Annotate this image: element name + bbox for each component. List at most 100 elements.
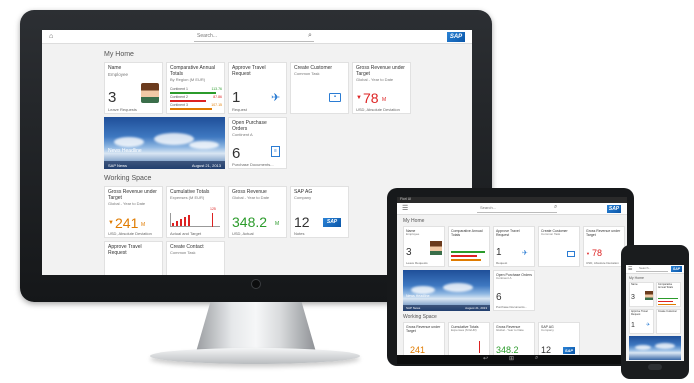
tile-gross-revenue-under-target-2[interactable]: Gross Revenue under Target Global - Year… — [104, 186, 163, 238]
tile-title: Gross Revenue under Target — [356, 65, 405, 77]
tile-sap-ag[interactable]: SAP AG Company 12 SAP — [538, 322, 580, 357]
news-footer: SAP News August 21, 2013 — [104, 161, 225, 169]
tile-create-customer[interactable]: Create Customer Common Task — [538, 226, 580, 267]
section-working-space: Working Space — [104, 175, 152, 182]
tile-subtitle: Expenses (M EUR) — [170, 194, 205, 200]
tile-employee[interactable]: Name Employee 3 Leave Requests — [104, 62, 163, 114]
news-source: SAP News — [108, 163, 128, 168]
tile-gross-revenue[interactable]: Gross Revenue Global - Year to Date 348.… — [228, 186, 287, 238]
down-arrow-icon: ▼ — [586, 251, 590, 256]
tile-subtitle: Common Task — [294, 70, 320, 76]
sap-logo: SAP — [671, 266, 682, 272]
tile-footer: USD, Absolute Deviation — [356, 107, 400, 112]
bar-fill — [170, 92, 216, 94]
home-icon[interactable]: ⌂ — [49, 33, 53, 40]
tile-approve-travel[interactable]: Approve Travel Request 1 ✈ Request — [228, 62, 287, 114]
tile-unit: M — [141, 222, 146, 228]
tile-gross-revenue[interactable]: Gross Revenue Global - Year to Date 348.… — [493, 322, 535, 357]
tile-news[interactable] — [629, 336, 681, 360]
tile-create-customer[interactable]: Create Customer — [656, 309, 681, 334]
tile-sap-ag[interactable]: SAP AG Company 12 SAP Notes — [290, 186, 349, 238]
tile-comparative-totals[interactable]: Comparative Annual Totals By Region (M E… — [166, 62, 225, 114]
bar-fill — [658, 304, 676, 305]
airplane-icon: ✈ — [522, 250, 528, 257]
tile-comparative-totals[interactable]: Comparative Annual Totals — [656, 282, 681, 307]
tile-footer: USD, Actual — [232, 231, 254, 236]
news-date: August 21, 2013 — [191, 163, 221, 168]
tile-employee[interactable]: Name Employee 3 Leave Requests — [403, 226, 445, 267]
contact-card-icon — [567, 251, 575, 257]
tile-open-purchase-orders[interactable]: Open Purchase Orders Continent A 6 ≡ Pur… — [228, 117, 287, 169]
tile-value: 3 — [631, 294, 635, 301]
tile-value: 241 — [410, 345, 426, 355]
tile-open-purchase-orders[interactable]: Open Purchase Orders Continent A 6 Purch… — [493, 270, 535, 311]
tablet-status-title: Fiori UI — [400, 197, 412, 201]
tablet-nav-bar: ↩ ⊞ ⌕ — [397, 355, 627, 364]
tile-comparative-totals[interactable]: Comparative Annual Totals — [448, 226, 490, 267]
tile-employee[interactable]: Name 3 — [629, 282, 654, 307]
tile-title: Name — [631, 283, 638, 286]
tile-value: 78 — [363, 90, 379, 106]
tile-title: Create Customer — [658, 310, 678, 313]
search-icon[interactable]: ⌕ — [308, 32, 312, 40]
bar-label: Continent 2 — [170, 95, 188, 99]
tile-gross-revenue-under-target[interactable]: Gross Revenue under Target 78 ▼ USD, Abs… — [583, 226, 625, 267]
menu-icon[interactable]: ☰ — [402, 204, 408, 212]
tile-subtitle: Global - Year to Date — [232, 194, 270, 200]
document-icon: ≡ — [271, 146, 280, 157]
section-my-home: My Home — [629, 276, 644, 280]
tile-value: 1 — [631, 322, 635, 329]
tile-cumulative-totals[interactable]: Cumulative Totals Expenses (M EUR) — [448, 322, 490, 357]
phone-home-button — [648, 364, 662, 370]
bar-label: Continent 3 — [170, 103, 188, 107]
tile-title: Approve Travel Request — [108, 244, 142, 256]
phone-search-input[interactable]: Search... — [636, 266, 668, 272]
tile-cumulative-totals[interactable]: Cumulative Totals Expenses (M EUR) 125 A… — [166, 186, 225, 238]
avatar — [141, 83, 159, 103]
search-icon[interactable]: ⌕ — [535, 355, 538, 362]
menu-icon[interactable]: ☰ — [628, 266, 632, 272]
tile-news[interactable]: News Headline SAP News August 21, 2013 — [104, 117, 225, 169]
tile-approve-travel[interactable]: Approve Travel Request 1 ✈ Request — [493, 226, 535, 267]
tile-title: Approve Travel Request — [631, 310, 648, 316]
tile-subtitle: Company — [294, 194, 312, 200]
target-marker — [479, 341, 480, 353]
tile-title: Open Purchase Orders — [232, 120, 267, 132]
search-input[interactable]: Search... — [194, 33, 314, 42]
tile-title: Comparative Annual Totals — [170, 65, 216, 77]
tile-subtitle: Global - Year to Date — [108, 200, 146, 206]
bar-value: 87.86 — [213, 95, 222, 99]
tile-footer: Purchase Documents... — [496, 305, 528, 309]
tile-approve-travel-2[interactable]: Approve Travel Request — [104, 241, 163, 275]
tile-footer: Actual and Target — [170, 231, 202, 236]
tablet-shell-bar: ☰ Search... ⌕ SAP — [397, 203, 627, 215]
tile-gross-revenue-under-target-2[interactable]: Gross Revenue under Target 241 — [403, 322, 445, 357]
back-icon[interactable]: ↩ — [483, 355, 488, 362]
news-headline: News Headline — [406, 294, 430, 298]
tile-gross-revenue-under-target[interactable]: Gross Revenue under Target Global - Year… — [352, 62, 411, 114]
tile-subtitle: Global - Year to Date — [496, 328, 524, 333]
tile-approve-travel[interactable]: Approve Travel Request 1 ✈ — [629, 309, 654, 334]
bar-value: 113.76 — [211, 87, 222, 91]
tile-unit: M — [382, 97, 387, 103]
bar-fill — [658, 301, 673, 302]
sap-logo: SAP — [607, 205, 621, 213]
shell-bar: ⌂ Search... ⌕ SAP — [42, 30, 472, 44]
tile-create-contact[interactable]: Create Contact Common Task — [166, 241, 225, 275]
bar-fill — [451, 259, 481, 261]
tablet-screen: Fiori UI ☰ Search... ⌕ SAP My Home Name … — [397, 197, 627, 357]
down-arrow-icon: ▼ — [108, 220, 114, 226]
tile-value: 1 — [496, 247, 502, 258]
search-icon[interactable]: ⌕ — [554, 204, 557, 211]
tile-footer: USD, Absolute Deviation — [586, 261, 619, 265]
sap-logo: SAP — [447, 32, 465, 42]
tile-news[interactable]: News Headline SAP News August 21, 2013 — [403, 270, 490, 311]
tile-value: 348.2 — [232, 214, 268, 230]
bar-fill — [658, 298, 678, 299]
home-icon[interactable]: ⊞ — [509, 355, 514, 362]
tile-create-customer[interactable]: Create Customer Common Task ▪ — [290, 62, 349, 114]
contact-card-icon: ▪ — [329, 93, 341, 102]
bar-fill — [451, 251, 485, 253]
tile-title: Comparative Annual Totals — [451, 229, 483, 238]
tablet-search-input[interactable]: Search... — [477, 205, 557, 213]
